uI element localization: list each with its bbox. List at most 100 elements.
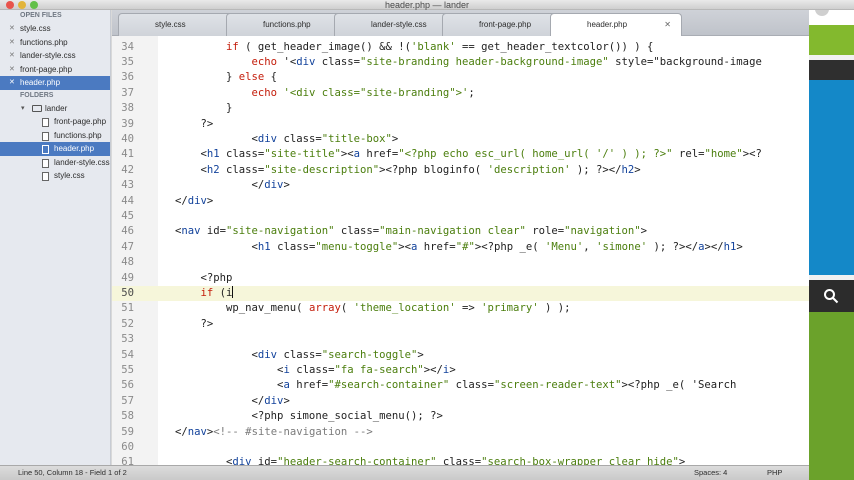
tab-label: functions.php (263, 20, 311, 29)
close-window-icon[interactable] (6, 1, 14, 9)
zoom-window-icon[interactable] (30, 1, 38, 9)
open-files-header: OPEN FILES (20, 12, 62, 19)
code-text: <?php (175, 271, 233, 284)
code-line[interactable]: 44 </div> (112, 194, 809, 209)
code-text: </div> (175, 179, 290, 192)
code-text: <div class="title-box"> (175, 132, 399, 145)
open-file-label: header.php (20, 78, 61, 87)
file-icon (42, 172, 49, 181)
code-line[interactable]: 38 } (112, 101, 809, 116)
indentation-setting[interactable]: Spaces: 4 (694, 466, 727, 480)
code-editor[interactable]: 34 if ( get_header_image() && !('blank' … (112, 36, 809, 465)
green-banner (809, 25, 854, 55)
code-line[interactable]: 42 <h2 class="site-description"><?php bl… (112, 163, 809, 178)
open-file-label: front-page.php (20, 64, 73, 74)
code-text: ?> (175, 317, 214, 330)
tab-header-php[interactable]: header.php ✕ (550, 13, 682, 36)
code-line[interactable]: 56 <a href="#search-container" class="sc… (112, 378, 809, 393)
close-icon[interactable]: ✕ (9, 49, 15, 63)
code-line[interactable]: 60 (112, 440, 809, 455)
line-number: 54 (121, 348, 134, 361)
folder-file-label: header.php (54, 144, 95, 153)
code-text: <?php simone_social_menu(); ?> (175, 410, 443, 423)
open-file-item[interactable]: ✕ style.css (0, 22, 110, 36)
line-number: 51 (121, 302, 134, 315)
line-number: 49 (121, 271, 134, 284)
code-line[interactable]: 41 <h1 class="site-title"><a href="<?php… (112, 147, 809, 162)
close-icon[interactable]: ✕ (9, 22, 15, 36)
line-number: 44 (121, 194, 134, 207)
search-icon[interactable] (823, 288, 839, 304)
background-window (809, 0, 854, 480)
code-line[interactable]: 34 if ( get_header_image() && !('blank' … (112, 40, 809, 55)
open-file-item[interactable]: ✕ functions.php (0, 36, 110, 50)
code-line[interactable]: 36 } else { (112, 70, 809, 85)
line-number: 34 (121, 40, 134, 53)
code-line[interactable]: 51 wp_nav_menu( array( 'theme_location' … (112, 301, 809, 316)
tab-bar: style.css✕ functions.php✕ lander-style.c… (112, 10, 809, 36)
code-line[interactable]: 54 <div class="search-toggle"> (112, 348, 809, 363)
cursor-position: Line 50, Column 18 - Field 1 of 2 (18, 468, 127, 477)
code-line[interactable]: 43 </div> (112, 178, 809, 193)
code-line[interactable]: 39 ?> (112, 117, 809, 132)
folder-file-item[interactable]: lander-style.css (0, 156, 110, 170)
syntax-mode[interactable]: PHP (767, 466, 782, 480)
folder-item-lander[interactable]: ▾ lander (0, 102, 110, 116)
code-line[interactable]: 46 <nav id="site-navigation" class="main-… (112, 224, 809, 239)
line-number: 36 (121, 71, 134, 84)
line-number: 37 (121, 86, 134, 99)
open-file-label: lander-style.css (20, 51, 76, 60)
title-bar: header.php — lander (0, 0, 854, 10)
code-text: <h1 class="menu-toggle"><a href="#"><?ph… (175, 240, 743, 253)
close-icon[interactable]: ✕ (9, 36, 15, 50)
file-icon (42, 145, 49, 154)
code-line[interactable]: 57 </div> (112, 394, 809, 409)
window-title: header.php — lander (384, 0, 470, 10)
line-number: 57 (121, 394, 134, 407)
code-line[interactable]: 52 ?> (112, 317, 809, 332)
code-line[interactable]: 50 if (i (112, 285, 809, 302)
folder-file-label: functions.php (54, 130, 102, 140)
line-number: 59 (121, 425, 134, 438)
code-line[interactable]: 59 </nav><!-- #site-navigation --> (112, 425, 809, 440)
code-line[interactable]: 58 <?php simone_social_menu(); ?> (112, 409, 809, 424)
folder-file-item[interactable]: style.css (0, 169, 110, 183)
code-line[interactable]: 35 echo '<div class="site-branding heade… (112, 55, 809, 70)
code-line[interactable]: 49 <?php (112, 271, 809, 286)
line-number: 43 (121, 179, 134, 192)
close-icon[interactable]: ✕ (9, 63, 15, 77)
tab-label: lander-style.css (371, 20, 427, 29)
folder-file-item[interactable]: front-page.php (0, 115, 110, 129)
open-file-item[interactable]: ✕ header.php (0, 76, 110, 90)
code-text: </div> (175, 194, 214, 207)
code-text: if ( get_header_image() && !('blank' == … (226, 40, 654, 53)
status-bar: Line 50, Column 18 - Field 1 of 2 Spaces… (0, 465, 809, 480)
text-cursor (232, 285, 234, 298)
close-icon[interactable]: ✕ (664, 14, 671, 35)
line-number: 55 (121, 363, 134, 376)
folder-file-item[interactable]: header.php (0, 142, 110, 156)
code-line[interactable]: 47 <h1 class="menu-toggle"><a href="#"><… (112, 240, 809, 255)
line-number: 45 (121, 209, 134, 222)
line-number: 47 (121, 240, 134, 253)
code-line[interactable]: 37 echo '<div class="site-branding">'; (112, 86, 809, 101)
close-icon[interactable]: ✕ (9, 76, 15, 90)
code-text: ?> (175, 117, 214, 130)
code-text: echo '<div class="site-branding header-b… (251, 55, 762, 68)
chevron-down-icon[interactable]: ▾ (21, 102, 25, 116)
open-file-item[interactable]: ✕ lander-style.css (0, 49, 110, 63)
code-line[interactable]: 61 <div id="header-search-container" cla… (112, 455, 809, 465)
code-line[interactable]: 45 (112, 209, 809, 224)
folder-file-item[interactable]: functions.php (0, 129, 110, 143)
code-line[interactable]: 40 <div class="title-box"> (112, 132, 809, 147)
line-number: 35 (121, 55, 134, 68)
line-number: 48 (121, 256, 134, 269)
code-line[interactable]: 55 <i class="fa fa-search"></i> (112, 363, 809, 378)
code-line[interactable]: 53 (112, 332, 809, 347)
minimize-window-icon[interactable] (18, 1, 26, 9)
line-number: 39 (121, 117, 134, 130)
code-text: </div> (175, 394, 290, 407)
code-line[interactable]: 48 (112, 255, 809, 270)
open-file-item[interactable]: ✕ front-page.php (0, 63, 110, 77)
code-text: } else { (175, 71, 278, 84)
